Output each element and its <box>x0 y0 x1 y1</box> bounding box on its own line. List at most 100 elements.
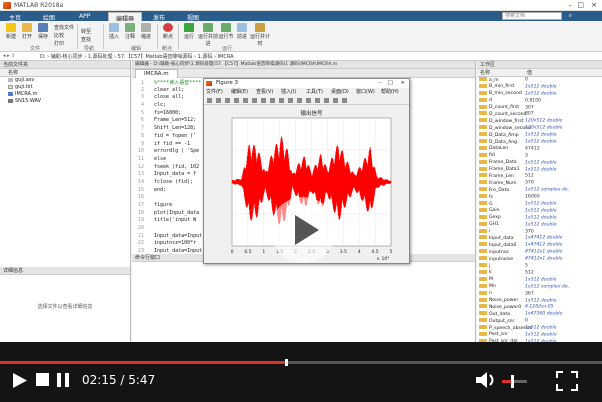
stop-icon[interactable] <box>36 373 49 386</box>
workspace-variable-row[interactable]: P_speech_absence1x512 double <box>477 325 602 332</box>
figure-minimize-icon[interactable]: – <box>378 79 381 88</box>
show-tools-icon[interactable] <box>342 98 347 103</box>
workspace-variable-row[interactable]: j5 <box>477 263 602 270</box>
workspace-variable-row[interactable]: Gexp 1x512 double <box>477 214 602 222</box>
workspace-variable-row[interactable]: D_count_first 307 <box>477 104 602 112</box>
workspace-variable-row[interactable]: D_window_second120x512 double <box>477 125 602 132</box>
tab-view[interactable]: 视图 <box>180 12 206 22</box>
open-icon[interactable] <box>216 98 221 103</box>
minimize-icon[interactable]: – <box>569 1 573 9</box>
figure-maximize-icon[interactable]: □ <box>388 79 393 88</box>
colorbar-icon[interactable] <box>315 98 320 103</box>
workspace-variable-row[interactable]: Noise_power 1x512 double <box>477 297 602 305</box>
tab-publish[interactable]: 发布 <box>146 12 172 22</box>
nav-arrows-icon[interactable]: ◂ ▸ ⇧ <box>3 53 15 59</box>
new-figure-icon[interactable] <box>207 98 212 103</box>
video-play-overlay-button[interactable] <box>270 197 336 263</box>
workspace-variable-row[interactable]: D_window_first120x512 double <box>477 118 602 125</box>
figure-menu-item[interactable]: 帮助(H) <box>381 88 399 96</box>
run-advance-button[interactable]: 运行并前进 <box>198 23 218 47</box>
workspace-variable-row[interactable]: Input_data 1x47412 double <box>477 235 602 242</box>
advance-button[interactable]: 前进 <box>234 23 250 40</box>
save-button[interactable]: 保存 <box>35 23 51 40</box>
workspace-variable-row[interactable]: Input_data0 1x47412 double <box>477 242 602 249</box>
workspace-variable-row[interactable]: Frame_Data1 1x512 double <box>477 166 602 174</box>
figure-close-icon[interactable]: × <box>400 79 405 88</box>
workspace-variable-row[interactable]: Mn 1x512 complex do.. <box>477 283 602 291</box>
goto-button[interactable]: 转至 <box>81 28 91 35</box>
workspace-variable-row[interactable]: i 370 <box>477 228 602 236</box>
figure-menu-item[interactable]: 工具(T) <box>306 88 323 96</box>
figure-menu-item[interactable]: 插入(I) <box>281 88 296 96</box>
figure-menu-item[interactable]: 桌面(D) <box>331 88 349 96</box>
save-icon[interactable] <box>225 98 230 103</box>
workspace-variable-row[interactable]: Post_snr 1x512 double <box>477 331 602 339</box>
compare-button[interactable]: 比较 <box>54 32 64 39</box>
address-bar[interactable]: ◂ ▸ ⇧ D: › 辅助-核心同步 › 1.源码处理 › 57.【C57】Ma… <box>0 52 602 61</box>
rotate-icon[interactable] <box>279 98 284 103</box>
brush-icon[interactable] <box>297 98 302 103</box>
legend-icon[interactable] <box>324 98 329 103</box>
workspace-variable-row[interactable]: Frame_Num 370 <box>477 180 602 187</box>
workspace-variable-row[interactable]: D_count_second307 <box>477 111 602 118</box>
hide-tools-icon[interactable] <box>333 98 338 103</box>
volume-slider[interactable] <box>502 380 527 383</box>
workspace-variable-row[interactable]: Output_snr 0 <box>477 318 602 325</box>
search-input[interactable]: 搜索文档 <box>502 12 562 20</box>
name-column-header[interactable]: 名称 <box>0 69 130 77</box>
zoom-in-icon[interactable] <box>252 98 257 103</box>
video-progress-handle[interactable] <box>284 359 288 366</box>
workspace-variable-row[interactable]: inputnsz 47412x1 double <box>477 249 602 256</box>
find-button[interactable]: 查找 <box>81 36 91 43</box>
close-icon[interactable]: × <box>591 1 597 9</box>
find-files-button[interactable]: 查找文件 <box>54 24 74 31</box>
workspace-variable-row[interactable]: Frame_Data 1x512 double <box>477 159 602 167</box>
run-time-button[interactable]: 运行并计时 <box>250 23 270 47</box>
link-icon[interactable] <box>306 98 311 103</box>
workspace-variable-row[interactable]: D_Data_Ang 1x512 double <box>477 139 602 146</box>
workspace-variable-row[interactable]: a_m 0 <box>477 77 602 84</box>
file-item[interactable]: guji.txt <box>0 84 130 91</box>
pause-icon[interactable] <box>57 373 70 387</box>
maximize-icon[interactable]: □ <box>577 1 584 9</box>
breakpoints-button[interactable]: 断点 <box>160 23 176 40</box>
file-item[interactable]: SN15.WAV <box>0 98 130 105</box>
zoom-out-icon[interactable] <box>261 98 266 103</box>
workspace-name-column[interactable]: 名称 <box>480 70 490 76</box>
indent-button[interactable]: 缩进 <box>138 23 154 40</box>
workspace-variable-row[interactable]: k 512 <box>477 269 602 277</box>
edit-plot-icon[interactable] <box>243 98 248 103</box>
tab-home[interactable]: 主页 <box>2 12 28 22</box>
insert-button[interactable]: 插入 <box>106 23 122 40</box>
workspace-variable-row[interactable]: Out_data 1x47360 double <box>477 311 602 318</box>
workspace-variable-row[interactable]: B_min_second 1x512 double <box>477 90 602 98</box>
workspace-variable-row[interactable]: G 1x512 double <box>477 201 602 208</box>
workspace-variable-row[interactable]: inputnoise 47412x1 double <box>477 256 602 263</box>
workspace-variable-row[interactable]: Noise_power0 4.1282e+05 <box>477 304 602 311</box>
workspace-variable-row[interactable]: DataLen 47412 <box>477 145 602 153</box>
workspace-variable-row[interactable]: fs 16000 <box>477 194 602 201</box>
run-button[interactable]: 运行 <box>181 23 197 40</box>
volume-handle[interactable] <box>511 375 514 388</box>
video-progress-bar[interactable] <box>0 359 602 366</box>
workspace-variable-row[interactable]: GH1 1x512 double <box>477 221 602 229</box>
run-section-button[interactable]: 运行节 <box>218 23 234 40</box>
workspace-variable-row[interactable]: D_Data_Amp 1x512 double <box>477 132 602 139</box>
editor-tab-imcra[interactable]: IMCRA.m <box>135 69 178 78</box>
workspace-variable-row[interactable]: Fre_Data 1x512 complex do.. <box>477 187 602 194</box>
tab-plots[interactable]: 绘图 <box>36 12 62 22</box>
play-icon[interactable] <box>12 372 28 389</box>
current-path[interactable]: D: › 辅助-核心同步 › 1.源码处理 › 57.【C57】Matlab语音… <box>40 53 234 60</box>
tab-editor[interactable]: 编辑器 <box>108 12 143 23</box>
workspace-variable-row[interactable]: d 0.8100 <box>477 97 602 105</box>
figure-menu-item[interactable]: 文件(F) <box>206 88 223 96</box>
tab-apps[interactable]: APP <box>72 12 97 21</box>
comment-button[interactable]: 注释 <box>122 23 138 40</box>
workspace-variable-row[interactable]: Frame_Len 512 <box>477 173 602 180</box>
new-button[interactable]: 新建 <box>3 23 19 40</box>
pan-icon[interactable] <box>270 98 275 103</box>
workspace-variable-row[interactable]: B_min_first 1x512 double <box>477 83 602 91</box>
fullscreen-icon[interactable] <box>556 371 578 391</box>
volume-icon[interactable] <box>474 370 498 390</box>
print-icon[interactable] <box>234 98 239 103</box>
